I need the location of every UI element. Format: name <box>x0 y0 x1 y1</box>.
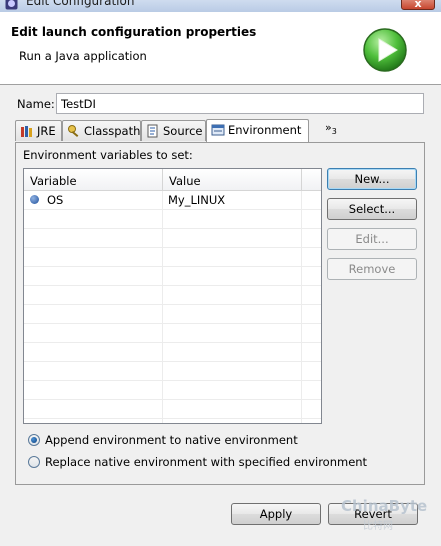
append-radio-label: Append environment to native environment <box>45 433 298 447</box>
tab-environment-label: Environment <box>228 123 302 137</box>
append-radio[interactable] <box>28 434 40 446</box>
edit-button[interactable]: Edit... <box>327 228 417 250</box>
tab-source-label: Source <box>163 124 203 138</box>
more-tabs-button[interactable]: »3 <box>325 121 337 136</box>
replace-radio-option[interactable]: Replace native environment with specifie… <box>28 455 367 469</box>
remove-button[interactable]: Remove <box>327 258 417 280</box>
apply-button[interactable]: Apply <box>231 503 321 525</box>
column-header-variable[interactable]: Variable <box>24 169 163 191</box>
dialog-subheading: Run a Java application <box>19 49 147 63</box>
dialog-heading: Edit launch configuration properties <box>11 25 257 39</box>
table-row-empty <box>24 229 321 248</box>
cell-variable: OS <box>47 193 64 207</box>
more-tabs-count: 3 <box>331 127 337 137</box>
table-row-empty <box>24 362 321 381</box>
variable-dot-icon <box>30 195 39 204</box>
table-row-empty <box>24 381 321 400</box>
table-row-empty <box>24 324 321 343</box>
table-row-empty <box>24 267 321 286</box>
select-button[interactable]: Select... <box>327 198 417 220</box>
table-header: Variable Value <box>24 169 321 191</box>
new-button[interactable]: New... <box>327 168 417 190</box>
name-input[interactable] <box>56 93 424 114</box>
env-variables-table[interactable]: Variable Value OS My_LINUX <box>23 168 322 424</box>
chevron-double-right-icon: » <box>325 121 332 134</box>
close-icon: x <box>414 0 422 10</box>
tab-environment[interactable]: Environment <box>206 119 309 142</box>
run-play-icon <box>363 28 407 72</box>
tab-strip: JRE Classpath Source Environment »3 <box>15 119 425 142</box>
environment-tab-panel: Environment variables to set: Variable V… <box>15 142 425 485</box>
jre-books-icon <box>21 126 32 137</box>
cell-value: My_LINUX <box>168 193 226 207</box>
close-button[interactable]: x <box>401 0 435 10</box>
name-label: Name: <box>17 97 55 111</box>
table-row-empty <box>24 343 321 362</box>
dialog-header: Edit launch configuration properties Run… <box>0 12 441 85</box>
env-variables-label: Environment variables to set: <box>23 148 193 162</box>
table-body: OS My_LINUX <box>24 191 321 423</box>
table-row-empty <box>24 400 321 419</box>
source-icon <box>147 124 158 138</box>
classpath-icon <box>68 125 79 138</box>
append-radio-option[interactable]: Append environment to native environment <box>28 433 298 447</box>
column-header-value[interactable]: Value <box>163 169 302 191</box>
table-row[interactable]: OS My_LINUX <box>24 191 321 210</box>
title-bar: Edit Configuration x <box>0 0 441 12</box>
replace-radio[interactable] <box>28 456 40 468</box>
replace-radio-label: Replace native environment with specifie… <box>45 455 368 469</box>
table-row-empty <box>24 286 321 305</box>
environment-icon <box>211 124 225 136</box>
app-icon <box>5 0 18 10</box>
tab-source[interactable]: Source <box>141 120 206 141</box>
window-title: Edit Configuration <box>26 0 135 8</box>
tab-classpath[interactable]: Classpath <box>62 120 141 141</box>
table-row-empty <box>24 305 321 324</box>
tab-classpath-label: Classpath <box>84 124 141 138</box>
table-row-empty <box>24 248 321 267</box>
revert-button[interactable]: Revert <box>328 503 418 525</box>
tab-jre-label: JRE <box>37 124 56 138</box>
tab-jre[interactable]: JRE <box>15 120 62 141</box>
table-row-empty <box>24 210 321 229</box>
